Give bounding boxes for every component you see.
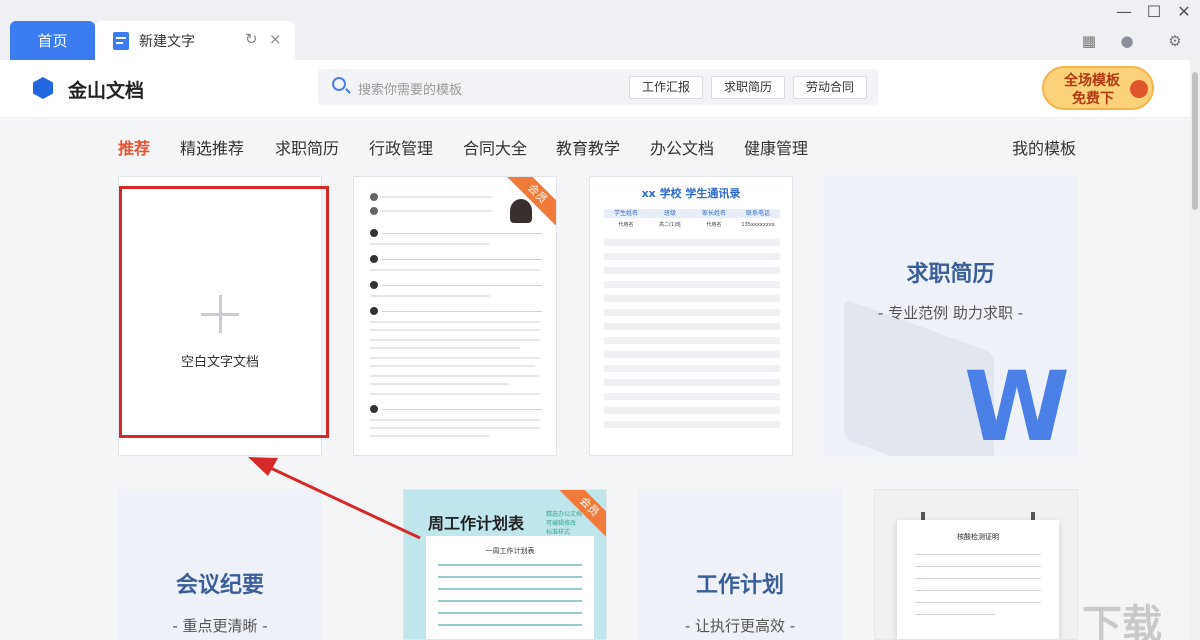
roster-cell: 高二(1)班 <box>658 222 682 228</box>
meeting-subtitle: - 重点更清晰 - <box>172 617 268 635</box>
roster-header-cell: 家长姓名 <box>701 210 726 217</box>
template-weekly-plan-card[interactable]: 会员 周工作计划表 精选办公文档 可编辑修改 标准样式 一周工作计划表 <box>403 489 607 640</box>
tab-new-document[interactable]: 新建文字 ↻ × <box>95 21 295 60</box>
free-templates-promo[interactable]: 全场模板 免费下 <box>1042 66 1154 110</box>
message-icon[interactable]: ● <box>1116 32 1138 50</box>
search-box[interactable]: 搜索你需要的模板 工作汇报 求职简历 劳动合同 <box>318 69 878 105</box>
scrollbar-thumb[interactable] <box>1192 72 1198 210</box>
app-logo-text: 金山文档 <box>68 80 145 102</box>
header: 金山文档 搜索你需要的模板 工作汇报 求职简历 劳动合同 全场模板 免费下 <box>0 60 1190 118</box>
minimize-icon[interactable]: — <box>1112 2 1136 21</box>
nav-education[interactable]: 教育教学 <box>556 135 620 159</box>
nav-my-templates[interactable]: 我的模板 <box>1012 135 1076 159</box>
tab-home[interactable]: 首页 <box>10 21 95 60</box>
nav-featured[interactable]: 精选推荐 <box>180 135 244 159</box>
certificate-paper: 核酸检测证明 <box>897 520 1059 639</box>
tab-bar: 首页 新建文字 ↻ × — ☐ ✕ ▦ ● ⚙ <box>0 0 1200 60</box>
roster-cell: 代用名 <box>618 222 634 228</box>
weekly-paper-title: 一周工作计划表 <box>485 547 535 555</box>
nav-resume[interactable]: 求职简历 <box>275 135 339 159</box>
nav-administration[interactable]: 行政管理 <box>369 135 433 159</box>
nav-contracts[interactable]: 合同大全 <box>463 135 527 159</box>
maximize-icon[interactable]: ☐ <box>1142 2 1166 21</box>
plan-title: 工作计划 <box>695 573 784 598</box>
roster-cell: 135xxxxxxxx <box>741 222 775 228</box>
certificate-title: 核酸检测证明 <box>957 533 999 541</box>
blank-document-card[interactable]: 空白文字文档 <box>118 176 322 456</box>
meeting-title: 会议纪要 <box>175 573 264 598</box>
kingsoft-docs-logo-icon <box>33 77 53 99</box>
template-student-roster-card[interactable]: xx 学校 学生通讯录 学生姓名 班级 家长姓名 联系电话 代用名 高二(1)班… <box>589 176 793 456</box>
resume-category-subtitle: - 专业范例 助力求职 - <box>877 304 1024 322</box>
apps-grid-icon[interactable]: ▦ <box>1078 32 1100 50</box>
w-logo-icon: W <box>964 351 1070 456</box>
weekly-paper: 一周工作计划表 <box>426 536 594 639</box>
promo-leaf-icon <box>1130 80 1148 98</box>
watermark: 下载 <box>1082 602 1162 640</box>
plus-icon <box>201 295 239 333</box>
roster-header-cell: 联系电话 <box>745 210 770 217</box>
avatar <box>510 199 532 223</box>
template-resume-card[interactable]: 会员 <box>353 176 557 456</box>
search-icon <box>332 77 346 91</box>
template-test-certificate-card[interactable]: 核酸检测证明 <box>874 489 1078 640</box>
nav-office-docs[interactable]: 办公文档 <box>650 135 714 159</box>
settings-icon[interactable]: ⚙ <box>1164 32 1186 50</box>
roster-header-cell: 学生姓名 <box>613 210 638 217</box>
roster-row: 代用名 高二(1)班 代用名 135xxxxxxxx <box>604 221 780 229</box>
resume-category-title: 求职简历 <box>906 262 995 287</box>
search-chip-resume[interactable]: 求职简历 <box>711 76 786 99</box>
template-resume-category-card[interactable]: W 求职简历 - 专业范例 助力求职 - <box>824 176 1077 456</box>
close-tab-icon[interactable]: × <box>269 30 282 48</box>
weekly-side-tags: 精选办公文档 可编辑修改 标准样式 <box>546 511 583 536</box>
promo-line2: 免费下 <box>1072 91 1114 107</box>
template-meeting-minutes-card[interactable]: 会议纪要 - 重点更清晰 - <box>118 489 322 640</box>
search-input[interactable]: 搜索你需要的模板 <box>358 79 462 98</box>
refresh-icon[interactable]: ↻ <box>245 30 258 48</box>
tab-home-label: 首页 <box>37 32 68 50</box>
search-chip-labor-contract[interactable]: 劳动合同 <box>793 76 868 99</box>
roster-cell: 代用名 <box>706 222 722 228</box>
roster-header-cell: 班级 <box>663 210 676 217</box>
nav-recommended[interactable]: 推荐 <box>118 135 150 159</box>
template-work-plan-card[interactable]: 工作计划 - 让执行更高效 - <box>638 489 842 640</box>
roster-title: xx 学校 学生通讯录 <box>641 187 741 200</box>
close-window-icon[interactable]: ✕ <box>1172 2 1196 21</box>
document-icon <box>113 31 129 50</box>
roster-header-row: 学生姓名 班级 家长姓名 联系电话 <box>604 209 780 218</box>
search-chip-work-report[interactable]: 工作汇报 <box>629 76 704 99</box>
plan-subtitle: - 让执行更高效 - <box>684 617 796 635</box>
promo-line1: 全场模板 <box>1064 73 1120 89</box>
tab-new-document-label: 新建文字 <box>139 33 195 50</box>
nav-health[interactable]: 健康管理 <box>744 135 808 159</box>
weekly-title: 周工作计划表 <box>428 514 525 533</box>
blank-document-label: 空白文字文档 <box>180 355 259 370</box>
